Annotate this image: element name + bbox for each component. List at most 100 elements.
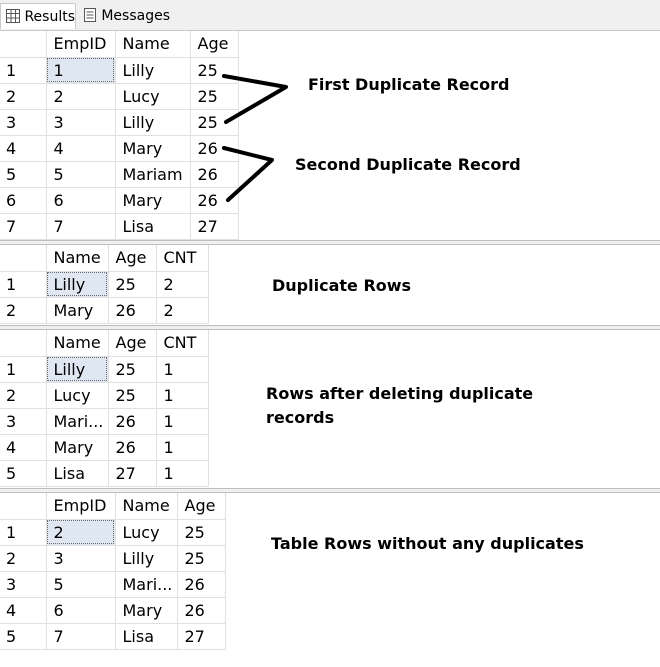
cell-empid[interactable]: 1 (46, 57, 116, 84)
cell-age[interactable]: 26 (190, 161, 239, 188)
rows-after-delete-note-line2: records (266, 408, 335, 427)
cell-age[interactable]: 26 (177, 597, 226, 624)
row-number[interactable]: 3 (0, 408, 47, 435)
cell-name[interactable]: Mari... (46, 408, 109, 435)
cell-name[interactable]: Mary (115, 187, 191, 214)
cell-empid[interactable]: 2 (46, 519, 116, 546)
row-number[interactable]: 2 (0, 545, 47, 572)
column-header-empid[interactable]: EmpID (46, 31, 116, 58)
cell-cnt[interactable]: 2 (156, 271, 209, 298)
cell-age[interactable]: 26 (108, 297, 157, 324)
column-header-age[interactable]: Age (177, 493, 226, 520)
row-number[interactable]: 2 (0, 297, 47, 324)
cell-empid[interactable]: 3 (46, 545, 116, 572)
cell-name[interactable]: Mari... (115, 571, 178, 598)
cell-name[interactable]: Lilly (46, 356, 109, 383)
cell-empid[interactable]: 7 (46, 623, 116, 650)
cell-age[interactable]: 25 (190, 109, 239, 136)
column-header-name[interactable]: Name (115, 493, 178, 520)
tab-messages[interactable]: Messages (78, 3, 170, 29)
column-header-empid[interactable]: EmpID (46, 493, 116, 520)
row-number[interactable]: 2 (0, 83, 47, 110)
cell-age[interactable]: 26 (190, 187, 239, 214)
column-header-name[interactable]: Name (115, 31, 191, 58)
cell-age[interactable]: 25 (190, 57, 239, 84)
table-row: 1 Lilly 25 1 (0, 356, 209, 383)
cell-age[interactable]: 25 (177, 545, 226, 572)
row-number[interactable]: 3 (0, 109, 47, 136)
cell-age[interactable]: 27 (177, 623, 226, 650)
cell-name[interactable]: Lilly (115, 57, 191, 84)
row-number[interactable]: 3 (0, 571, 47, 598)
row-number[interactable]: 1 (0, 271, 47, 298)
cell-name[interactable]: Lucy (115, 83, 191, 110)
cell-empid[interactable]: 5 (46, 161, 116, 188)
tab-results[interactable]: Results (0, 3, 76, 29)
cell-name[interactable]: Lucy (46, 382, 109, 409)
column-header-age[interactable]: Age (190, 31, 239, 58)
cell-age[interactable]: 26 (108, 434, 157, 461)
table-row: 1 Lilly 25 2 (0, 271, 209, 298)
cell-empid[interactable]: 5 (46, 571, 116, 598)
cell-age[interactable]: 25 (108, 356, 157, 383)
row-number[interactable]: 6 (0, 187, 47, 214)
table-row: 2 Mary 26 2 (0, 297, 209, 324)
row-number[interactable]: 4 (0, 135, 47, 162)
cell-name[interactable]: Lilly (115, 109, 191, 136)
row-number[interactable]: 4 (0, 434, 47, 461)
result-grid-1: EmpID Name Age 1 1 Lilly 25 2 2 Lucy 25 3 3 Lill… (0, 31, 660, 240)
cell-cnt[interactable]: 1 (156, 460, 209, 487)
cell-name[interactable]: Mariam (115, 161, 191, 188)
cell-age[interactable]: 26 (177, 571, 226, 598)
row-number[interactable]: 7 (0, 213, 47, 240)
cell-cnt[interactable]: 1 (156, 382, 209, 409)
cell-name[interactable]: Lucy (115, 519, 178, 546)
cell-empid[interactable]: 3 (46, 109, 116, 136)
column-header-age[interactable]: Age (108, 330, 157, 357)
row-number[interactable]: 5 (0, 623, 47, 650)
cell-age[interactable]: 25 (177, 519, 226, 546)
column-header-cnt[interactable]: CNT (156, 245, 209, 272)
cell-name[interactable]: Lisa (115, 213, 191, 240)
cell-empid[interactable]: 4 (46, 135, 116, 162)
row-number[interactable]: 1 (0, 57, 47, 84)
table-header-row: EmpID Name Age (0, 493, 226, 520)
column-header-name[interactable]: Name (46, 245, 109, 272)
row-number[interactable]: 2 (0, 382, 47, 409)
row-number[interactable]: 1 (0, 356, 47, 383)
cell-age[interactable]: 25 (190, 83, 239, 110)
column-header-age[interactable]: Age (108, 245, 157, 272)
cell-cnt[interactable]: 1 (156, 408, 209, 435)
cell-age[interactable]: 25 (108, 271, 157, 298)
cell-name[interactable]: Lisa (46, 460, 109, 487)
cell-cnt[interactable]: 2 (156, 297, 209, 324)
cell-age[interactable]: 25 (108, 382, 157, 409)
row-number[interactable]: 1 (0, 519, 47, 546)
row-number-header (0, 493, 47, 520)
cell-name[interactable]: Lilly (115, 545, 178, 572)
table-row: 5 7 Lisa 27 (0, 623, 226, 650)
column-header-cnt[interactable]: CNT (156, 330, 209, 357)
row-number[interactable]: 5 (0, 161, 47, 188)
result-table-3: Name Age CNT 1 Lilly 25 1 2 Lucy 25 1 3 Mari...… (0, 330, 209, 487)
cell-empid[interactable]: 7 (46, 213, 116, 240)
cell-empid[interactable]: 6 (46, 597, 116, 624)
cell-age[interactable]: 26 (108, 408, 157, 435)
cell-empid[interactable]: 2 (46, 83, 116, 110)
row-number[interactable]: 5 (0, 460, 47, 487)
cell-cnt[interactable]: 1 (156, 434, 209, 461)
row-number[interactable]: 4 (0, 597, 47, 624)
cell-age[interactable]: 26 (190, 135, 239, 162)
cell-name[interactable]: Mary (46, 434, 109, 461)
cell-age[interactable]: 27 (108, 460, 157, 487)
cell-name[interactable]: Lilly (46, 271, 109, 298)
cell-name[interactable]: Lisa (115, 623, 178, 650)
cell-name[interactable]: Mary (46, 297, 109, 324)
column-header-name[interactable]: Name (46, 330, 109, 357)
cell-age[interactable]: 27 (190, 213, 239, 240)
cell-empid[interactable]: 6 (46, 187, 116, 214)
table-row: 7 7 Lisa 27 (0, 213, 239, 240)
cell-name[interactable]: Mary (115, 135, 191, 162)
cell-cnt[interactable]: 1 (156, 356, 209, 383)
cell-name[interactable]: Mary (115, 597, 178, 624)
